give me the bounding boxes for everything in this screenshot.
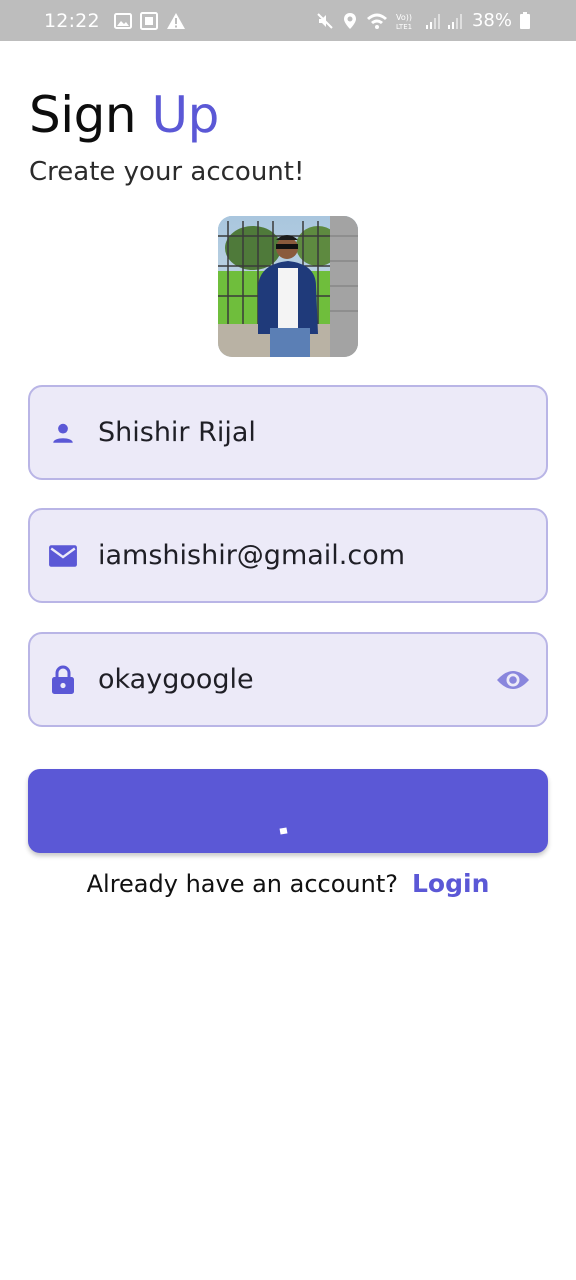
signup-button[interactable]: [28, 769, 548, 853]
signal-icon: [447, 13, 462, 29]
status-time: 12:22: [44, 9, 100, 32]
email-value[interactable]: iamshishir@gmail.com: [98, 540, 546, 571]
loading-spinner: [279, 827, 287, 835]
email-field[interactable]: iamshishir@gmail.com: [28, 508, 548, 603]
avatar[interactable]: [218, 216, 358, 357]
wifi-icon: [366, 12, 388, 30]
warning-icon: [166, 12, 186, 30]
signal-icon: [425, 13, 440, 29]
title-accent: Up: [151, 86, 219, 144]
password-value[interactable]: okaygoogle: [98, 664, 496, 695]
password-field[interactable]: okaygoogle: [28, 632, 548, 727]
title-primary: Sign: [29, 86, 137, 144]
status-right: Vo)) LTE1 38%: [316, 10, 530, 31]
mail-icon: [48, 541, 78, 571]
eye-icon[interactable]: [496, 663, 530, 697]
svg-text:Vo)): Vo)): [396, 13, 412, 22]
volte-icon: Vo)) LTE1: [396, 12, 418, 30]
mute-icon: [316, 12, 334, 30]
name-field[interactable]: Shishir Rijal: [28, 385, 548, 480]
name-value[interactable]: Shishir Rijal: [98, 417, 546, 448]
status-left: 12:22: [44, 10, 186, 32]
login-link[interactable]: Login: [412, 869, 489, 898]
sim-icon: [139, 11, 158, 30]
person-icon: [48, 418, 78, 448]
status-bar: 12:22 Vo)) LTE1 38%: [0, 0, 576, 41]
location-icon: [342, 12, 358, 30]
login-prompt: Already have an account? Login: [0, 869, 576, 898]
page-subtitle: Create your account!: [29, 157, 305, 187]
lock-icon: [48, 665, 78, 695]
login-prompt-text: Already have an account?: [86, 869, 398, 898]
gallery-icon: [113, 12, 132, 30]
svg-text:LTE1: LTE1: [396, 23, 412, 30]
battery-icon: [520, 12, 530, 29]
page-title: Sign Up: [29, 86, 219, 144]
battery-percent: 38%: [471, 10, 512, 31]
